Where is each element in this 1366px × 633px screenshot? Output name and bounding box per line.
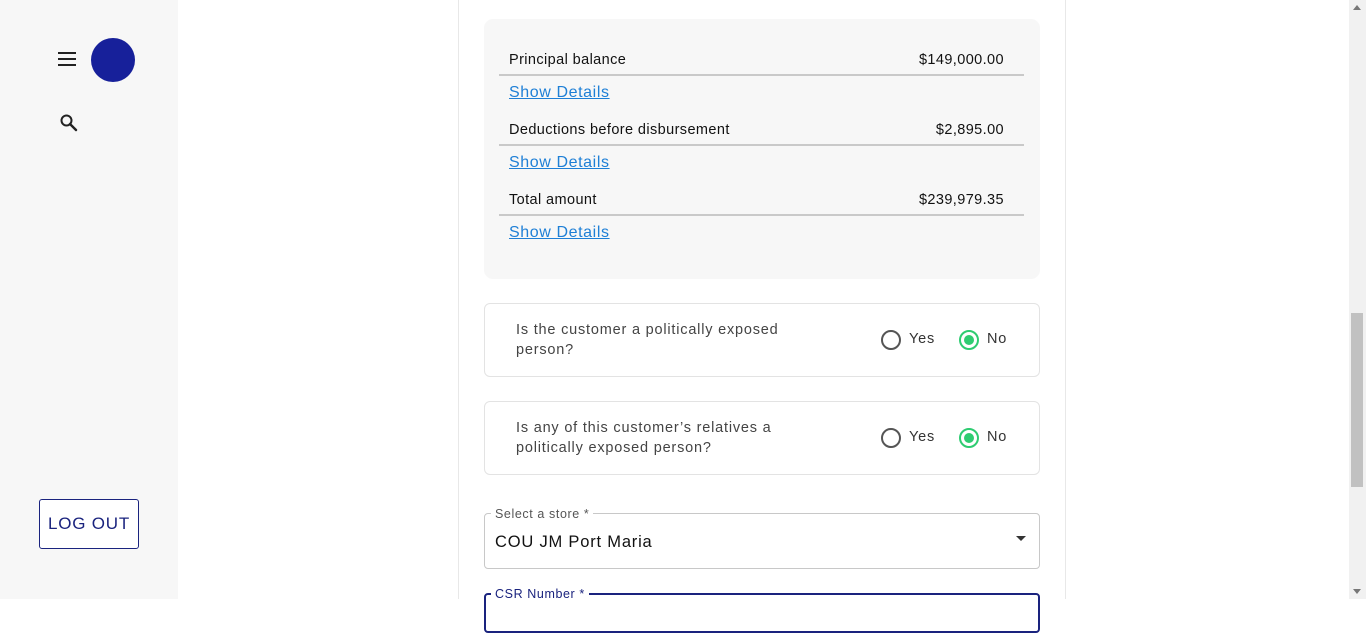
logout-button[interactable]: LOG OUT <box>39 499 139 549</box>
page-scrollbar[interactable] <box>1349 0 1366 599</box>
menu-icon[interactable] <box>57 50 77 68</box>
pep-yes-radio[interactable] <box>881 330 901 350</box>
store-select-label: Select a store * <box>491 507 594 521</box>
store-select[interactable]: COU JM Port Maria <box>484 513 1040 569</box>
scroll-up-arrow-icon[interactable] <box>1353 5 1361 10</box>
search-icon[interactable] <box>59 113 79 133</box>
pep-question-text: Is the customer a politically exposed pe… <box>516 322 779 358</box>
summary-row-deductions: Deductions before disbursement $2,895.00 <box>499 115 1024 146</box>
pep-no-radio[interactable] <box>959 330 979 350</box>
relatives-pep-no-radio[interactable] <box>959 428 979 448</box>
summary-row-label: Principal balance <box>509 52 627 68</box>
show-details-link-total[interactable]: Show Details <box>509 224 610 242</box>
pep-yes-label[interactable]: Yes <box>909 331 935 347</box>
pep-question-card: Is the customer a politically exposed pe… <box>484 303 1040 377</box>
sidebar: LOG OUT <box>0 0 178 599</box>
summary-row-value: $239,979.35 <box>918 192 1004 208</box>
relatives-pep-yes-radio[interactable] <box>881 428 901 448</box>
summary-row-total: Total amount $239,979.35 <box>499 185 1024 216</box>
relatives-pep-question-card: Is any of this customer’s relatives a po… <box>484 401 1040 475</box>
scrollbar-thumb[interactable] <box>1351 313 1363 487</box>
loan-summary-card: Principal balance $149,000.00 Show Detai… <box>484 19 1040 279</box>
scroll-down-arrow-icon[interactable] <box>1353 589 1361 594</box>
dropdown-arrow-icon[interactable] <box>1016 536 1026 541</box>
summary-row-principal: Principal balance $149,000.00 <box>499 45 1024 76</box>
avatar[interactable] <box>91 38 135 82</box>
summary-row-label: Total amount <box>509 192 597 208</box>
show-details-link-principal[interactable]: Show Details <box>509 84 610 102</box>
summary-row-label: Deductions before disbursement <box>509 122 730 138</box>
summary-row-value: $149,000.00 <box>918 52 1004 68</box>
relatives-pep-no-label[interactable]: No <box>987 429 1007 445</box>
store-select-value: COU JM Port Maria <box>495 533 653 551</box>
relatives-pep-question-text: Is any of this customer’s relatives a po… <box>516 420 772 456</box>
show-details-link-deductions[interactable]: Show Details <box>509 154 610 172</box>
pep-no-label[interactable]: No <box>987 331 1007 347</box>
summary-row-value: $2,895.00 <box>935 122 1004 138</box>
relatives-pep-yes-label[interactable]: Yes <box>909 429 935 445</box>
